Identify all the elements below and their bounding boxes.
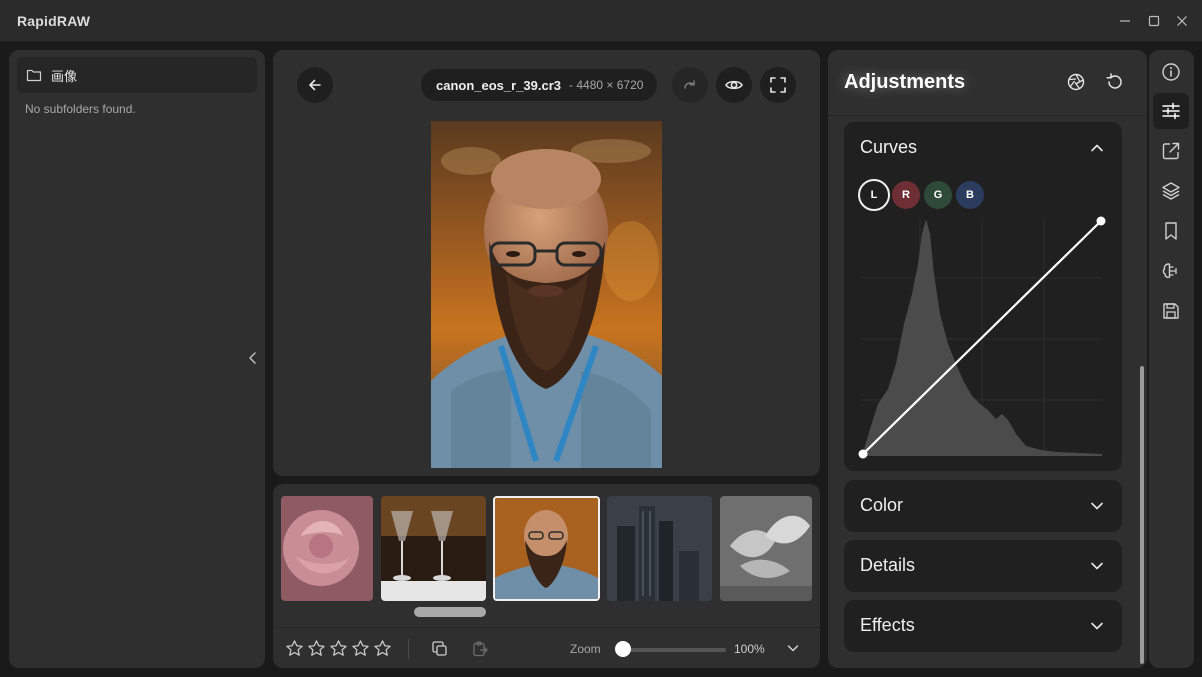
preview-toggle-button[interactable] <box>716 67 752 103</box>
thumbnail-wine-glasses[interactable] <box>381 496 486 601</box>
chevron-down-icon[interactable] <box>785 640 801 656</box>
effects-section[interactable]: Effects <box>844 600 1122 652</box>
paste-icon[interactable] <box>471 640 489 658</box>
channel-green-button[interactable]: G <box>924 181 952 209</box>
layers-icon[interactable] <box>1160 180 1182 202</box>
app-title: RapidRAW <box>17 13 91 29</box>
save-icon[interactable] <box>1160 300 1182 322</box>
folder-icon <box>26 69 42 82</box>
channel-red-label: R <box>902 189 910 201</box>
fullscreen-icon <box>770 77 786 93</box>
thumbnail-portrait[interactable] <box>493 496 600 601</box>
main-photo <box>431 121 662 468</box>
chevron-up-icon[interactable] <box>1088 139 1106 157</box>
folder-panel: 画像 No subfolders found. <box>9 50 265 668</box>
filmstrip-scrollbar[interactable] <box>414 607 486 617</box>
folder-item[interactable]: 画像 <box>17 57 257 93</box>
thumbnail-rose[interactable] <box>281 496 373 601</box>
no-subfolders-message: No subfolders found. <box>25 102 136 116</box>
adjustments-divider <box>828 115 1147 116</box>
curve-point-black[interactable] <box>858 449 868 459</box>
adjustments-title: Adjustments <box>844 71 966 93</box>
filename-pill: canon_eos_r_39.cr3 - 4480 × 6720 <box>421 69 658 101</box>
zoom-slider-knob[interactable] <box>615 641 631 657</box>
copy-icon[interactable] <box>431 640 449 658</box>
tone-curve-graph[interactable] <box>856 214 1114 461</box>
tool-rail <box>1149 50 1194 668</box>
zoom-slider-track[interactable] <box>618 648 726 652</box>
bookmark-icon[interactable] <box>1160 220 1182 242</box>
star-icon-1[interactable] <box>285 639 304 658</box>
star-icon-4[interactable] <box>351 639 370 658</box>
adjustments-scrollbar[interactable] <box>1140 366 1144 664</box>
star-icon-3[interactable] <box>329 639 348 658</box>
channel-blue-label: B <box>966 189 974 201</box>
skyscrapers-thumbnail-image <box>607 496 712 601</box>
zoom-label: Zoom <box>570 642 601 656</box>
channel-blue-button[interactable]: B <box>956 181 984 209</box>
maximize-button[interactable] <box>1143 10 1165 32</box>
aperture-icon[interactable] <box>1066 72 1086 92</box>
sliders-icon[interactable] <box>1160 100 1182 122</box>
filmstrip-panel: Zoom 100% <box>273 484 820 668</box>
color-section[interactable]: Color <box>844 480 1122 532</box>
star-rating[interactable] <box>285 639 392 658</box>
minimize-button[interactable] <box>1114 10 1136 32</box>
curves-section-title[interactable]: Curves <box>860 137 917 158</box>
rose-thumbnail-image <box>281 496 373 601</box>
thumbnail-skyscrapers[interactable] <box>607 496 712 601</box>
export-icon[interactable] <box>1160 140 1182 162</box>
channel-red-button[interactable]: R <box>892 181 920 209</box>
portrait-thumbnail-image <box>495 498 598 599</box>
chevron-down-icon[interactable] <box>1088 617 1106 635</box>
back-button[interactable] <box>297 67 333 103</box>
seagulls-thumbnail-image <box>720 496 812 601</box>
chevron-down-icon[interactable] <box>1088 557 1106 575</box>
image-dimensions: - 4480 × 6720 <box>569 78 644 92</box>
info-icon[interactable] <box>1160 61 1182 83</box>
title-bar: RapidRAW <box>0 0 1202 42</box>
close-button[interactable] <box>1171 10 1193 32</box>
eye-icon <box>725 80 743 90</box>
channel-green-label: G <box>933 189 943 201</box>
filename: canon_eos_r_39.cr3 <box>436 77 562 93</box>
maximize-icon <box>1148 15 1160 27</box>
minimize-icon <box>1120 20 1130 22</box>
curve-point-white[interactable] <box>1096 216 1106 226</box>
channel-luma-button[interactable]: L <box>858 179 890 211</box>
redo-button[interactable] <box>672 67 708 103</box>
details-section[interactable]: Details <box>844 540 1122 592</box>
adjustments-panel: Adjustments Curves L R G B Color Details… <box>828 50 1147 668</box>
effects-section-title: Effects <box>860 615 915 635</box>
portrait-photo <box>431 121 662 468</box>
star-icon-5[interactable] <box>373 639 392 658</box>
image-viewer: canon_eos_r_39.cr3 - 4480 × 6720 <box>273 50 820 476</box>
reset-icon[interactable] <box>1105 72 1125 92</box>
star-icon-2[interactable] <box>307 639 326 658</box>
channel-luma-label: L <box>870 189 878 201</box>
arrow-left-icon <box>309 79 321 91</box>
zoom-value: 100% <box>734 642 765 656</box>
fullscreen-button[interactable] <box>760 67 796 103</box>
toolbar-separator <box>408 639 409 659</box>
wine-glasses-thumbnail-image <box>381 496 486 601</box>
ai-brain-icon[interactable] <box>1160 260 1182 282</box>
details-section-title: Details <box>860 555 916 575</box>
curves-section: Curves L R G B <box>844 122 1122 471</box>
chevron-down-icon[interactable] <box>1088 497 1106 515</box>
chevron-left-icon[interactable] <box>245 350 261 366</box>
filmstrip-divider <box>273 627 820 628</box>
redo-icon <box>684 80 695 89</box>
color-section-title: Color <box>860 495 904 515</box>
folder-label: 画像 <box>51 68 78 84</box>
thumbnail-seagulls[interactable] <box>720 496 812 601</box>
close-icon <box>1177 16 1187 26</box>
